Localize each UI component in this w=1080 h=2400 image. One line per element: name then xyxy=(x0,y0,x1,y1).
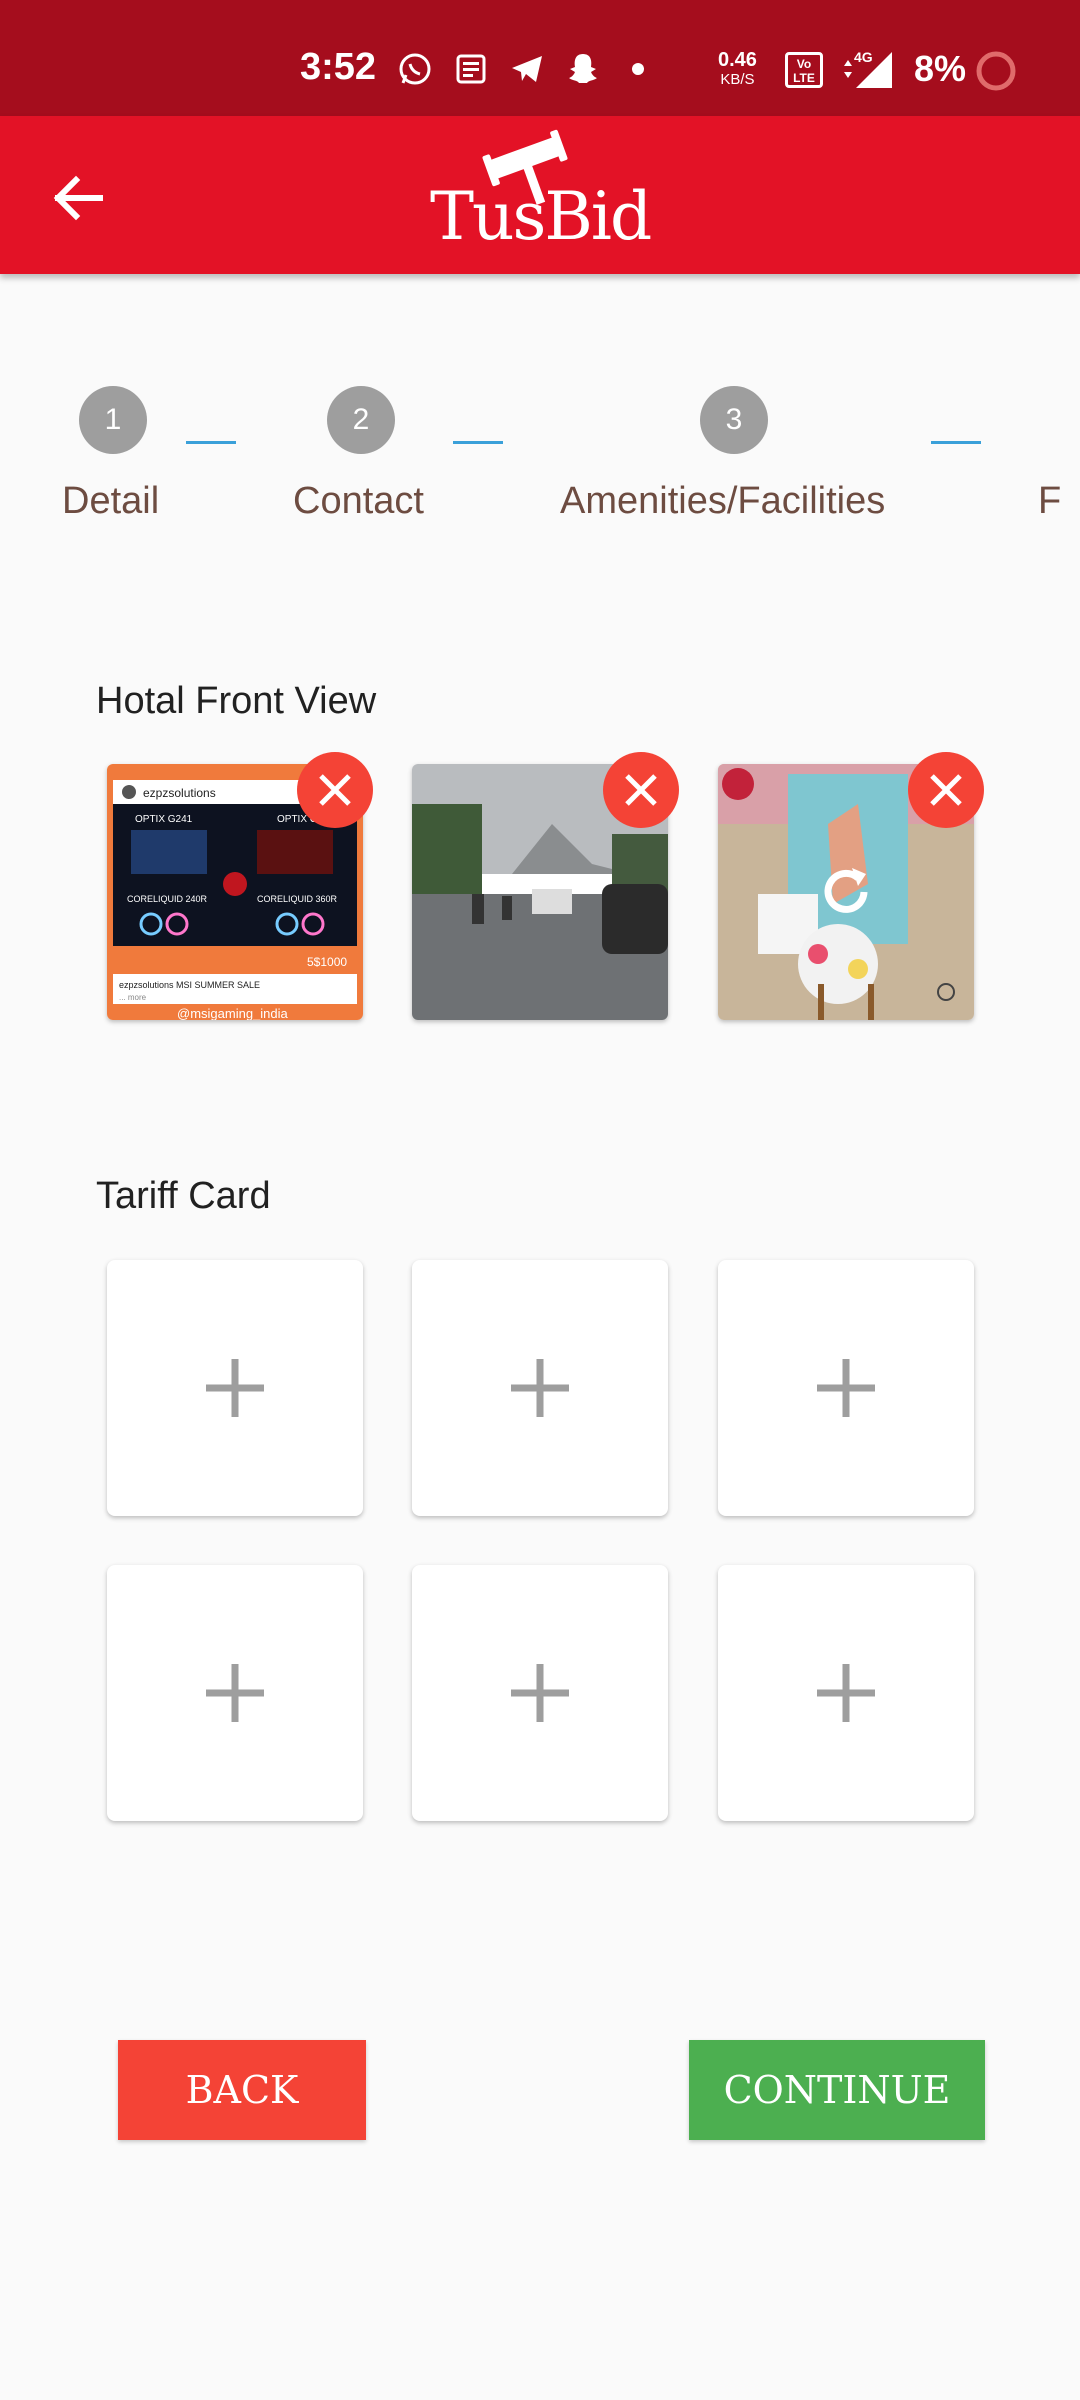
plus-icon xyxy=(817,1359,875,1417)
step-3-circle[interactable]: 3 xyxy=(700,386,768,454)
close-icon xyxy=(930,774,962,806)
image-1-bottom-left: CORELIQUID 240R xyxy=(127,894,208,904)
plus-icon xyxy=(206,1664,264,1722)
tusbid-logo: TusBid xyxy=(430,128,652,258)
signal-icon: 4G xyxy=(840,48,896,92)
refresh-icon xyxy=(814,860,878,924)
plus-icon xyxy=(511,1664,569,1722)
front-view-title: Hotal Front View xyxy=(96,680,377,722)
plus-icon xyxy=(817,1664,875,1722)
network-speed-value: 0.46 xyxy=(718,49,757,71)
tariff-card-title: Tariff Card xyxy=(96,1175,271,1217)
image-1-price: 5$1000 xyxy=(307,955,347,969)
battery-percent: 8% xyxy=(914,48,967,89)
step-2-circle[interactable]: 2 xyxy=(327,386,395,454)
close-icon xyxy=(319,774,351,806)
plus-icon xyxy=(206,1359,264,1417)
snapchat-icon xyxy=(564,50,602,88)
step-connector xyxy=(931,441,981,444)
plus-icon xyxy=(511,1359,569,1417)
image-1-label-left: OPTIX G241 xyxy=(135,814,193,825)
step-4-label: F xyxy=(1038,480,1062,522)
step-3-label: Amenities/Facilities xyxy=(560,480,886,522)
network-speed: 0.46 KB/S xyxy=(718,50,757,90)
whatsapp-icon xyxy=(396,50,434,88)
step-connector xyxy=(453,441,503,444)
status-bar: 3:52 0.46 KB/S Vo LTE 4G 8% xyxy=(0,0,1080,116)
battery-icon xyxy=(975,50,1017,92)
app-bar: TusBid xyxy=(0,116,1080,274)
continue-button[interactable]: CONTINUE xyxy=(689,2040,985,2140)
tariff-card-add-slot-6[interactable] xyxy=(718,1565,974,1821)
image-1-bottom-right: CORELIQUID 360R xyxy=(257,894,338,904)
tariff-card-add-slot-2[interactable] xyxy=(412,1260,668,1516)
tariff-card-add-slot-3[interactable] xyxy=(718,1260,974,1516)
news-icon xyxy=(452,50,490,88)
step-1-label: Detail xyxy=(62,480,160,522)
step-1-circle[interactable]: 1 xyxy=(79,386,147,454)
telegram-icon xyxy=(508,50,546,88)
network-speed-unit: KB/S xyxy=(720,71,755,88)
remove-image-1-button[interactable] xyxy=(297,752,373,828)
image-1-footer: ezpzsolutions MSI SUMMER SALE xyxy=(119,980,260,990)
tariff-card-add-slot-4[interactable] xyxy=(107,1565,363,1821)
close-icon xyxy=(625,774,657,806)
status-time: 3:52 xyxy=(300,46,377,88)
tariff-card-add-slot-5[interactable] xyxy=(412,1565,668,1821)
volte-icon: Vo LTE xyxy=(785,52,823,88)
image-1-caption: ezpzsolutions xyxy=(143,786,216,800)
notification-icons xyxy=(396,50,644,88)
tariff-card-add-slot-1[interactable] xyxy=(107,1260,363,1516)
network-type: 4G xyxy=(854,49,873,65)
image-1-more: ... more xyxy=(119,993,147,1002)
step-connector xyxy=(186,441,236,444)
image-1-handle: @msigaming_india xyxy=(177,1006,289,1020)
remove-image-3-button[interactable] xyxy=(908,752,984,828)
arrow-left-icon[interactable] xyxy=(46,166,110,230)
dot-icon xyxy=(632,63,644,75)
app-logo-text: TusBid xyxy=(430,178,652,255)
remove-image-2-button[interactable] xyxy=(603,752,679,828)
step-2-label: Contact xyxy=(293,480,424,522)
back-button[interactable]: BACK xyxy=(118,2040,366,2140)
